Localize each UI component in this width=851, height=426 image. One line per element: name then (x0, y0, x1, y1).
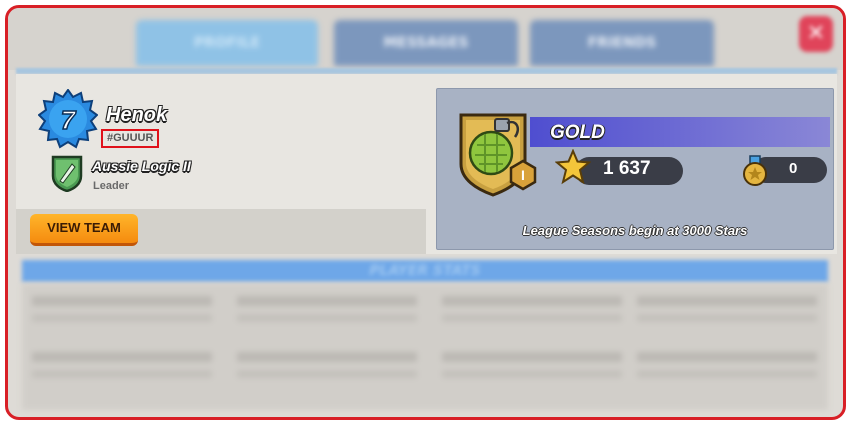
league-note: League Seasons begin at 3000 Stars (522, 223, 748, 238)
view-team-button[interactable]: VIEW TEAM (30, 214, 138, 246)
profile-window: PROFILE MESSAGES FRIENDS ✕ 7 Henok #GUUU… (5, 5, 846, 420)
stat-cell (32, 296, 212, 322)
star-icon (555, 149, 591, 185)
tab-bar: PROFILE MESSAGES FRIENDS ✕ (8, 8, 843, 70)
league-division: I (521, 167, 525, 183)
medal-icon (743, 155, 767, 186)
close-icon: ✕ (806, 21, 826, 46)
league-panel: GOLD I 1 637 0 League Seasons begin at 3… (436, 88, 834, 250)
level-badge-icon: 7 (38, 89, 98, 149)
player-stats-header: PLAYER STATS (22, 260, 828, 282)
tab-messages[interactable]: MESSAGES (334, 20, 518, 66)
tab-friends[interactable]: FRIENDS (530, 20, 714, 66)
medal-count: 0 (789, 160, 798, 177)
player-name: Henok (106, 104, 168, 126)
player-tag[interactable]: #GUUUR (101, 129, 160, 148)
tab-profile[interactable]: PROFILE (136, 20, 318, 66)
stars-count: 1 637 (603, 158, 651, 179)
player-stats-section: PLAYER STATS (16, 256, 837, 417)
player-stats-body (22, 284, 828, 410)
team-badge-icon (51, 155, 83, 192)
stat-cell (442, 352, 622, 378)
stat-cell (237, 352, 417, 378)
league-rank-label: GOLD (550, 122, 605, 143)
player-card: 7 Henok #GUUUR Aussie Logic II Leader VI… (16, 74, 426, 254)
stat-cell (637, 296, 817, 322)
close-button[interactable]: ✕ (799, 16, 833, 52)
level-number: 7 (61, 105, 77, 135)
team-role: Leader (93, 180, 130, 192)
grenade-league-icon: I (459, 113, 537, 197)
team-name[interactable]: Aussie Logic II (92, 158, 191, 174)
stat-cell (32, 352, 212, 378)
stat-cell (237, 296, 417, 322)
stat-cell (442, 296, 622, 322)
profile-panel: 7 Henok #GUUUR Aussie Logic II Leader VI… (16, 74, 837, 254)
stat-cell (637, 352, 817, 378)
